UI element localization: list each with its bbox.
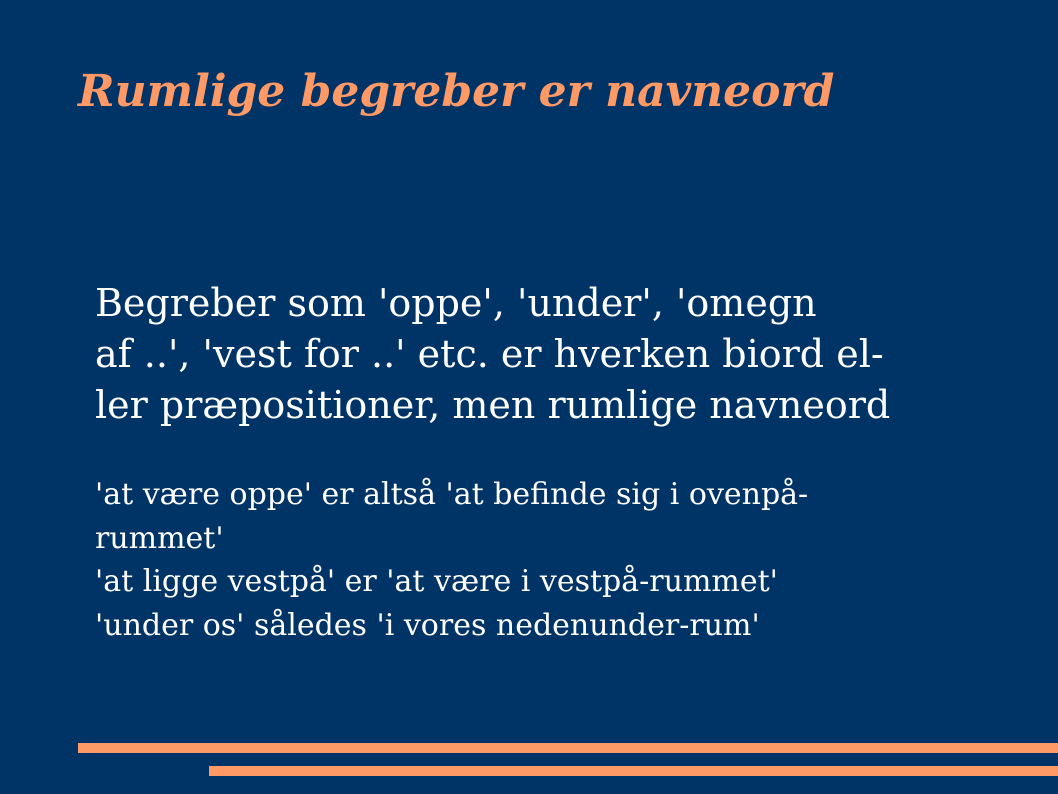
example-line: rummet': [95, 520, 224, 556]
decorative-bar-bottom: [209, 766, 1058, 776]
paragraph-main-line: af ..', 'vest for ..' etc. er hverken bi…: [95, 332, 884, 376]
example-line: 'at ligge vestpå' er 'at være i vestpå-r…: [95, 564, 778, 599]
decorative-bar-top: [78, 743, 1058, 753]
paragraph-main-line: ler præpositioner, men rumlige navneord: [95, 383, 891, 427]
slide: Rumlige begreber er navneord Begreber so…: [0, 0, 1058, 794]
example-line: 'at være oppe' er altså 'at befinde sig …: [95, 477, 809, 512]
slide-body: Begreber som 'oppe', 'under', 'omegn af …: [95, 278, 1035, 647]
example-line: 'under os' således 'i vores nedenunder-r…: [95, 607, 760, 643]
slide-title: Rumlige begreber er navneord: [78, 66, 835, 117]
paragraph-examples: 'at være oppe' er altså 'at befinde sig …: [95, 473, 1035, 647]
paragraph-main: Begreber som 'oppe', 'under', 'omegn af …: [95, 278, 1035, 431]
paragraph-main-line: Begreber som 'oppe', 'under', 'omegn: [95, 281, 817, 325]
